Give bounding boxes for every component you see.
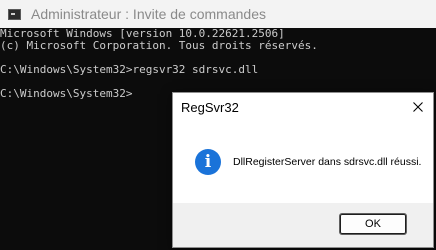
console-line: Microsoft Windows [version 10.0.22621.25…	[0, 28, 285, 40]
dialog-body: i DllRegisterServer dans sdrsvc.dll réus…	[173, 121, 433, 203]
regsvr32-dialog: RegSvr32 i DllRegisterServer dans sdrsvc…	[172, 92, 434, 248]
cmd-icon	[8, 8, 21, 20]
dialog-titlebar[interactable]: RegSvr32	[173, 93, 433, 121]
info-icon: i	[195, 149, 221, 175]
window-titlebar[interactable]: Administrateur : Invite de commandes	[0, 0, 436, 28]
dialog-message: DllRegisterServer dans sdrsvc.dll réussi…	[233, 156, 422, 168]
dialog-title: RegSvr32	[181, 99, 239, 115]
dialog-footer: OK	[173, 203, 433, 247]
close-icon	[413, 102, 423, 112]
window-title: Administrateur : Invite de commandes	[31, 6, 266, 22]
console-line: (c) Microsoft Corporation. Tous droits r…	[0, 40, 318, 52]
ok-button[interactable]: OK	[339, 213, 407, 235]
console-line: C:\Windows\System32>regsvr32 sdrsvc.dll	[0, 64, 259, 76]
cmd-window: Administrateur : Invite de commandes Mic…	[0, 0, 436, 250]
close-button[interactable]	[403, 93, 433, 121]
